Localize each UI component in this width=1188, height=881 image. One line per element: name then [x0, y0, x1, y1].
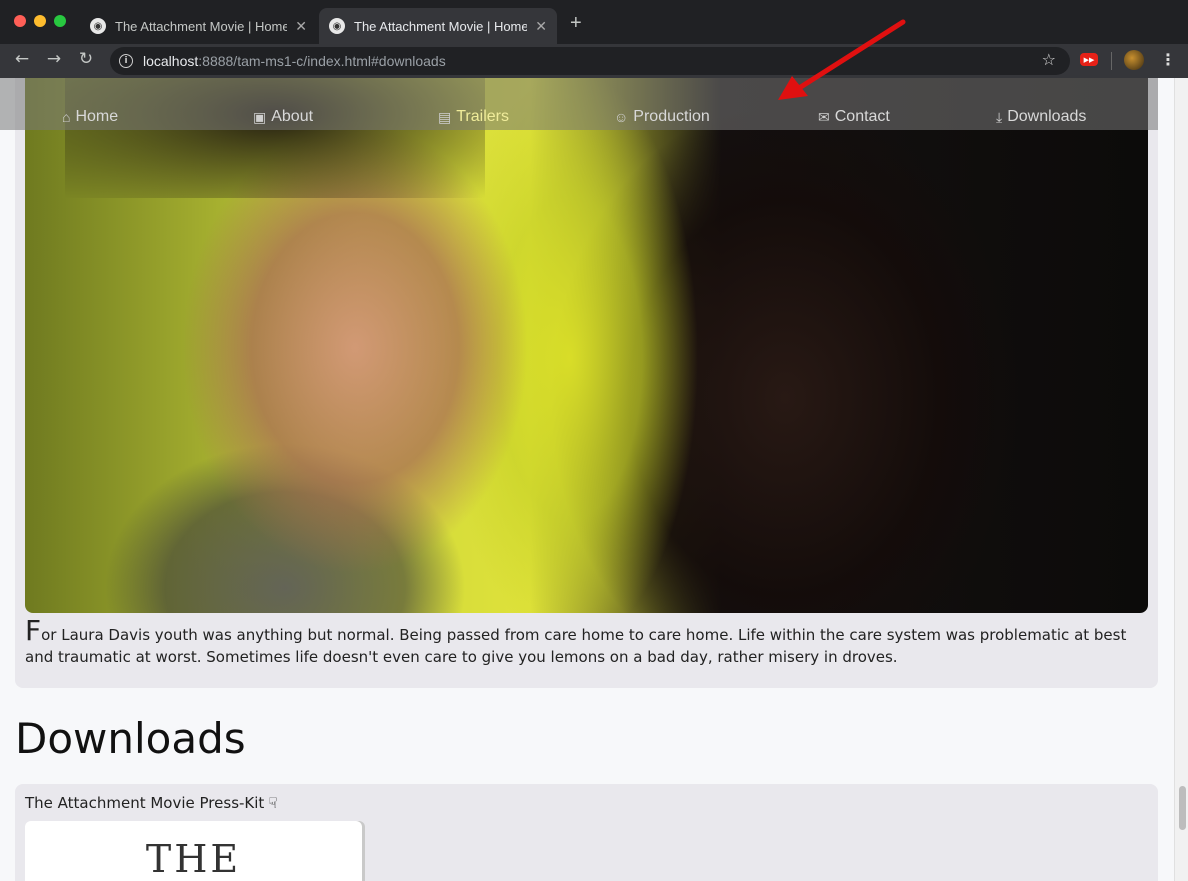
press-kit-cover-image[interactable]: THE [25, 821, 362, 881]
drop-cap: F [25, 614, 42, 647]
downloads-heading: Downloads [15, 714, 246, 763]
address-bar[interactable]: i localhost:8888/tam-ms1-c/index.html#do… [110, 47, 1070, 75]
forward-arrow-icon[interactable]: → [42, 49, 66, 69]
synopsis-card: For Laura Davis youth was anything but n… [15, 78, 1158, 688]
tab-title: The Attachment Movie | Homepage [115, 18, 288, 34]
youtube-extension-icon[interactable]: ▶▶ [1080, 53, 1098, 66]
minimize-window-button[interactable] [34, 15, 46, 27]
scrollbar-thumb[interactable] [1179, 786, 1186, 830]
nav-about[interactable]: ▣ About [253, 78, 313, 130]
downloads-card: The Attachment Movie Press-Kit ☟ THE [15, 784, 1158, 881]
favicon-icon: ◉ [90, 18, 106, 34]
bookmark-star-icon[interactable]: ☆ [1042, 50, 1056, 69]
nav-trailers[interactable]: ▤ Trailers [438, 78, 509, 130]
browser-titlebar: ◉ The Attachment Movie | Homepage ✕ ◉ Th… [0, 0, 1188, 44]
synopsis-text: For Laura Davis youth was anything but n… [25, 614, 1127, 667]
page-viewport: For Laura Davis youth was anything but n… [0, 78, 1188, 881]
back-arrow-icon[interactable]: ← [10, 49, 34, 69]
url-text[interactable]: localhost:8888/tam-ms1-c/index.html#down… [143, 53, 446, 69]
site-navbar: ⌂ Home ▣ About ▤ Trailers ☺ Production ✉ Cont… [0, 78, 1158, 130]
masks-icon: ☺ [614, 109, 629, 125]
envelope-icon: ✉ [818, 108, 830, 125]
browser-tab[interactable]: ◉ The Attachment Movie | Homepage ✕ [80, 8, 317, 44]
browser-toolbar: ← → ↻ i localhost:8888/tam-ms1-c/index.h… [0, 44, 1188, 78]
close-tab-icon[interactable]: ✕ [295, 18, 307, 35]
tab-title: The Attachment Movie | Homepage [354, 18, 528, 34]
browser-tab-active[interactable]: ◉ The Attachment Movie | Homepage ✕ [319, 8, 557, 44]
reload-icon[interactable]: ↻ [74, 49, 98, 69]
new-tab-button[interactable]: + [570, 12, 582, 35]
page-scrollbar[interactable] [1174, 78, 1188, 881]
profile-avatar[interactable] [1124, 50, 1144, 70]
hand-pointer-down-icon: ☟ [268, 794, 278, 812]
maximize-window-button[interactable] [54, 15, 66, 27]
browser-menu-icon[interactable]: ⋮ [1160, 50, 1176, 69]
site-info-icon[interactable]: i [119, 54, 133, 68]
film-icon: ▤ [438, 108, 452, 125]
nav-production[interactable]: ☺ Production [614, 78, 710, 130]
cubes-icon: ▣ [253, 108, 267, 125]
toolbar-divider [1111, 52, 1112, 70]
home-icon: ⌂ [62, 109, 71, 125]
hero-image [25, 78, 1148, 613]
nav-downloads[interactable]: ⤓ Downloads [996, 78, 1086, 130]
nav-home[interactable]: ⌂ Home [62, 78, 118, 130]
favicon-icon: ◉ [329, 18, 345, 34]
press-kit-link[interactable]: The Attachment Movie Press-Kit ☟ [25, 794, 277, 812]
download-icon: ⤓ [996, 108, 1003, 125]
nav-contact[interactable]: ✉ Contact [818, 78, 890, 130]
close-tab-icon[interactable]: ✕ [535, 18, 547, 35]
close-window-button[interactable] [14, 15, 26, 27]
cover-title: THE [145, 837, 242, 881]
